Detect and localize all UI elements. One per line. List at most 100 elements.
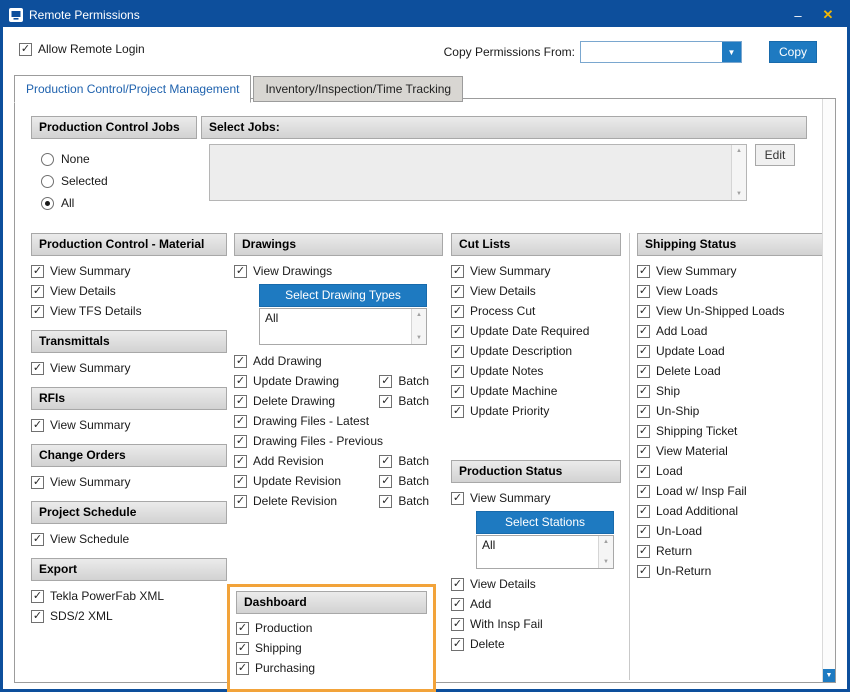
scroll-up-icon[interactable]: ▲: [736, 148, 742, 154]
permission-checkbox[interactable]: ✓ Update Machine: [451, 384, 621, 398]
permission-checkbox[interactable]: ✓ View TFS Details: [31, 304, 227, 318]
permission-checkbox[interactable]: ✓ Shipping: [236, 641, 427, 655]
checkbox-label: View TFS Details: [50, 304, 142, 318]
permission-checkbox[interactable]: ✓ Delete Load: [637, 364, 827, 378]
permission-checkbox[interactable]: ✓ Return: [637, 544, 827, 558]
jobs-radio-option[interactable]: Selected: [41, 174, 197, 188]
permission-checkbox[interactable]: ✓ Tekla PowerFab XML: [31, 589, 227, 603]
permission-checkbox[interactable]: ✓ Un-Load: [637, 524, 827, 538]
permission-checkbox[interactable]: ✓ View Summary: [31, 418, 227, 432]
checkbox-label: View Un-Shipped Loads: [656, 304, 785, 318]
scroll-up-icon[interactable]: ▲: [416, 312, 422, 318]
permission-checkbox[interactable]: ✓ Delete Drawing ✓ Batch: [234, 394, 443, 408]
permission-checkbox[interactable]: ✓ View Details: [451, 284, 621, 298]
jobs-list-box[interactable]: ▲ ▼: [209, 144, 747, 201]
permission-checkbox[interactable]: ✓ Update Revision ✓ Batch: [234, 474, 443, 488]
checkbox-checked-icon: ✓: [637, 565, 650, 578]
checkbox-checked-icon: ✓: [637, 445, 650, 458]
select-stations-button[interactable]: Select Stations: [476, 511, 614, 534]
permission-checkbox[interactable]: ✓ Add Revision ✓ Batch: [234, 454, 443, 468]
permission-checkbox[interactable]: ✓ Load: [637, 464, 827, 478]
batch-checkbox[interactable]: ✓ Batch: [379, 474, 429, 488]
scroll-down-button[interactable]: ▼: [823, 669, 835, 682]
permission-checkbox[interactable]: ✓ View Summary: [31, 264, 227, 278]
permission-checkbox[interactable]: ✓ Update Load: [637, 344, 827, 358]
permission-checkbox[interactable]: ✓ Drawing Files - Previous: [234, 434, 443, 448]
permission-checkbox[interactable]: ✓ View Summary: [637, 264, 827, 278]
minimize-button[interactable]: –: [783, 4, 813, 26]
view-drawings-checkbox[interactable]: ✓ View Drawings: [234, 264, 443, 278]
checkbox-list: ✓ View Summary ✓ View Details ✓ Vi: [31, 264, 227, 318]
permission-checkbox[interactable]: ✓ Un-Return: [637, 564, 827, 578]
scroll-down-icon[interactable]: ▼: [416, 335, 422, 341]
permission-checkbox[interactable]: ✓ Un-Ship: [637, 404, 827, 418]
permission-checkbox[interactable]: ✓ Ship: [637, 384, 827, 398]
permission-checkbox[interactable]: ✓ Add Load: [637, 324, 827, 338]
permission-checkbox[interactable]: ✓ View Summary: [31, 475, 227, 489]
copy-button[interactable]: Copy: [769, 41, 817, 63]
checkbox-checked-icon: ✓: [451, 578, 464, 591]
stations-listbox[interactable]: All ▲ ▼: [476, 535, 614, 569]
edit-jobs-button[interactable]: Edit: [755, 144, 795, 166]
permission-checkbox[interactable]: ✓ Update Date Required: [451, 324, 621, 338]
tab-inventory-inspection-time-tracking[interactable]: Inventory/Inspection/Time Tracking: [253, 76, 463, 102]
dropdown-arrow-icon[interactable]: ▼: [722, 42, 741, 62]
permission-checkbox[interactable]: ✓ Update Description: [451, 344, 621, 358]
listbox-scrollbar[interactable]: ▲ ▼: [411, 309, 426, 344]
checkbox-checked-icon: ✓: [637, 385, 650, 398]
select-drawing-types-button[interactable]: Select Drawing Types: [259, 284, 427, 307]
permission-checkbox[interactable]: ✓ Load Additional: [637, 504, 827, 518]
jobs-radio-option[interactable]: None: [41, 152, 197, 166]
permission-checkbox[interactable]: ✓ Update Priority: [451, 404, 621, 418]
permission-checkbox[interactable]: ✓ View Summary: [31, 361, 227, 375]
permission-checkbox[interactable]: ✓ Purchasing: [236, 661, 427, 675]
permission-checkbox[interactable]: ✓ Add: [451, 597, 621, 611]
batch-checkbox[interactable]: ✓ Batch: [379, 494, 429, 508]
close-button[interactable]: ✕: [813, 4, 843, 26]
checkbox-list: ✓ Production ✓ Shipping ✓ Purchasi: [236, 621, 427, 675]
permission-checkbox[interactable]: ✓ Load w/ Insp Fail: [637, 484, 827, 498]
tab-production-control-project-management[interactable]: Production Control/Project Management: [14, 75, 251, 103]
permission-checkbox[interactable]: ✓ Update Notes: [451, 364, 621, 378]
checkbox-checked-icon: ✓: [236, 622, 249, 635]
checkbox-checked-icon: ✓: [451, 285, 464, 298]
drawing-types-listbox[interactable]: All ▲ ▼: [259, 308, 427, 345]
permission-checkbox[interactable]: ✓ Add Drawing: [234, 354, 443, 368]
permission-checkbox[interactable]: ✓ View Details: [31, 284, 227, 298]
checkbox-checked-icon: ✓: [637, 545, 650, 558]
jobs-list-scrollbar[interactable]: ▲ ▼: [731, 145, 746, 200]
copy-permissions-dropdown[interactable]: ▼: [580, 41, 742, 63]
scroll-down-icon[interactable]: ▼: [736, 191, 742, 197]
listbox-scrollbar[interactable]: ▲ ▼: [598, 536, 613, 568]
batch-checkbox[interactable]: ✓ Batch: [379, 374, 429, 388]
copy-permissions-label: Copy Permissions From:: [444, 45, 575, 59]
allow-remote-login-checkbox[interactable]: ✓ Allow Remote Login: [19, 42, 145, 56]
permission-checkbox[interactable]: ✓ SDS/2 XML: [31, 609, 227, 623]
scroll-down-icon[interactable]: ▼: [603, 559, 609, 565]
permission-checkbox[interactable]: ✓ View Loads: [637, 284, 827, 298]
batch-checkbox[interactable]: ✓ Batch: [379, 394, 429, 408]
permission-checkbox[interactable]: ✓ Shipping Ticket: [637, 424, 827, 438]
permission-checkbox[interactable]: ✓ Process Cut: [451, 304, 621, 318]
column-divider: [629, 233, 630, 680]
permission-checkbox[interactable]: ✓ View Summary: [451, 264, 621, 278]
radio-label: Selected: [61, 174, 108, 188]
permission-checkbox[interactable]: ✓ Delete Revision ✓ Batch: [234, 494, 443, 508]
jobs-radio-option[interactable]: All: [41, 196, 197, 210]
permission-checkbox[interactable]: ✓ View Schedule: [31, 532, 227, 546]
view-summary-checkbox[interactable]: ✓ View Summary: [451, 491, 621, 505]
permission-checkbox[interactable]: ✓ Delete: [451, 637, 621, 651]
permission-checkbox[interactable]: ✓ View Un-Shipped Loads: [637, 304, 827, 318]
permission-checkbox[interactable]: ✓ With Insp Fail: [451, 617, 621, 631]
batch-checkbox[interactable]: ✓ Batch: [379, 454, 429, 468]
permission-checkbox[interactable]: ✓ Drawing Files - Latest: [234, 414, 443, 428]
permission-checkbox[interactable]: ✓ View Details: [451, 577, 621, 591]
radio-icon: [41, 175, 54, 188]
checkbox-label: View Material: [656, 444, 728, 458]
permission-checkbox[interactable]: ✓ Update Drawing ✓ Batch: [234, 374, 443, 388]
permission-checkbox[interactable]: ✓ Production: [236, 621, 427, 635]
permission-checkbox[interactable]: ✓ View Material: [637, 444, 827, 458]
panel-scrollbar[interactable]: ▼: [822, 99, 835, 682]
scroll-up-icon[interactable]: ▲: [603, 539, 609, 545]
checkbox-label: Delete: [470, 637, 505, 651]
